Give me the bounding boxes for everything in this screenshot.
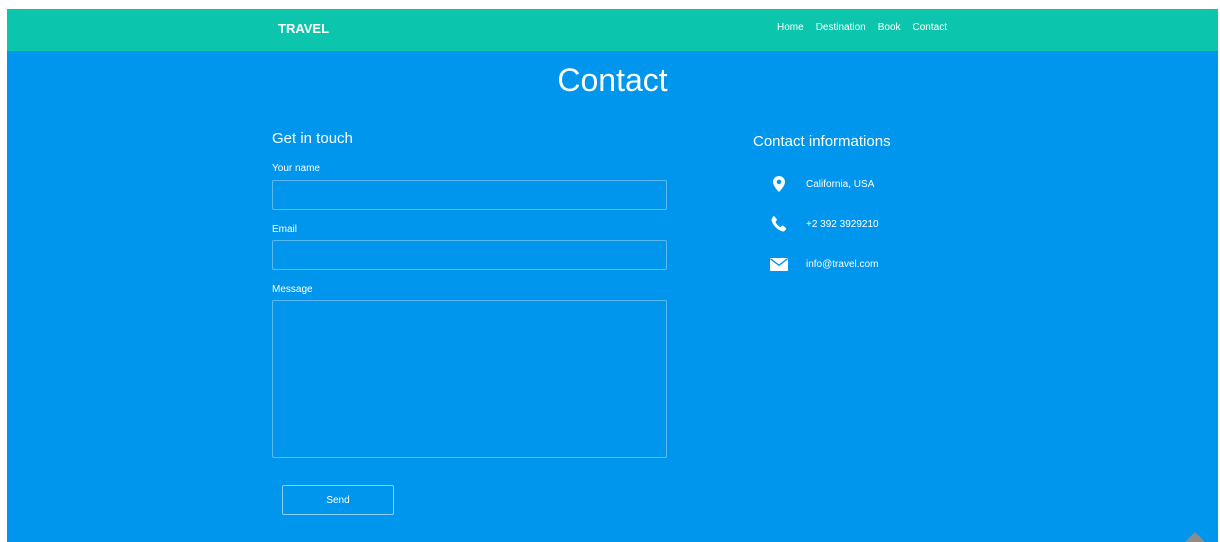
nav-link-book[interactable]: Book xyxy=(878,22,901,33)
send-button[interactable]: Send xyxy=(282,485,394,515)
name-label: Your name xyxy=(272,163,320,174)
nav-link-home[interactable]: Home xyxy=(777,22,804,33)
form-heading: Get in touch xyxy=(272,130,353,147)
email-label: Email xyxy=(272,224,298,235)
brand-logo[interactable]: TRAVEL xyxy=(278,21,329,36)
page-title: Contact xyxy=(557,62,668,98)
chevron-up-icon[interactable] xyxy=(1175,524,1215,542)
location-pin-icon xyxy=(769,175,789,193)
nav-links: Home Destination Book Contact xyxy=(777,22,947,33)
contact-info-location-text: California, USA xyxy=(806,178,875,190)
contact-info-phone: +2 392 3929210 xyxy=(769,215,879,233)
nav-link-contact[interactable]: Contact xyxy=(913,22,947,33)
contact-info-location: California, USA xyxy=(769,175,874,193)
contact-page: TRAVEL Home Destination Book Contact Con… xyxy=(7,9,1218,542)
contact-info-phone-text: +2 392 3929210 xyxy=(806,218,879,230)
navbar: TRAVEL Home Destination Book Contact xyxy=(7,9,1218,51)
envelope-icon xyxy=(769,255,789,273)
contact-info-heading: Contact informations xyxy=(753,133,891,150)
name-input[interactable] xyxy=(272,180,667,210)
contact-info-email: info@travel.com xyxy=(769,255,878,273)
message-textarea[interactable] xyxy=(272,300,667,458)
phone-icon xyxy=(769,215,789,233)
message-label: Message xyxy=(272,284,313,295)
email-input[interactable] xyxy=(272,240,667,270)
contact-info-email-text: info@travel.com xyxy=(806,258,879,270)
nav-link-destination[interactable]: Destination xyxy=(816,22,866,33)
